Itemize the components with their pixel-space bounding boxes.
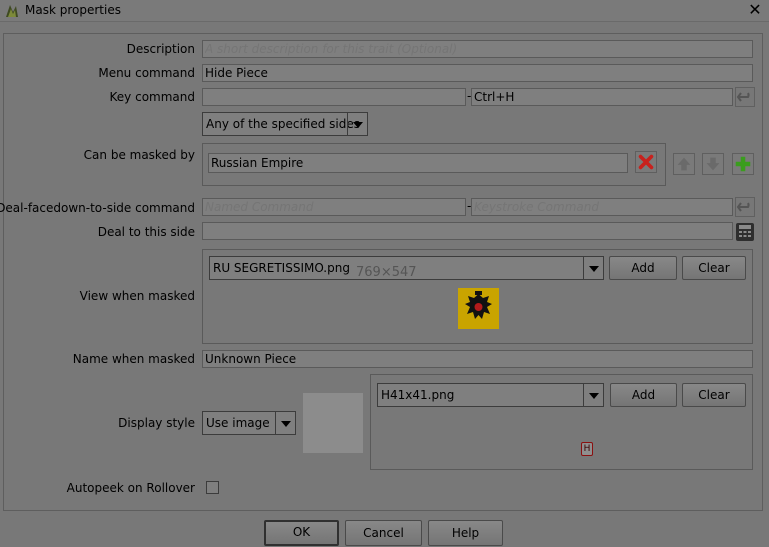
display-image-dropdown[interactable]: H41x41.png <box>377 383 604 407</box>
deal-to-side-input[interactable] <box>202 222 733 240</box>
deal-to-side-label: Deal to this side <box>97 225 195 239</box>
sides-option-value: Any of the specified sides <box>206 117 361 131</box>
can-be-masked-label: Can be masked by <box>83 148 195 162</box>
remove-icon[interactable] <box>635 151 657 173</box>
menu-command-input[interactable]: Hide Piece <box>202 64 753 82</box>
chevron-down-icon[interactable] <box>347 113 367 135</box>
menu-command-label: Menu command <box>98 66 195 80</box>
masked-by-input[interactable]: Russian Empire <box>208 153 628 173</box>
display-style-value: Use image <box>206 416 270 430</box>
add-icon[interactable] <box>732 153 754 175</box>
name-when-masked-label: Name when masked <box>72 352 195 366</box>
cancel-button[interactable]: Cancel <box>345 520 422 546</box>
deal-facedown-command-input[interactable] <box>202 198 466 216</box>
view-image-value: RU SEGRETISSIMO.png <box>213 261 350 275</box>
sides-option-dropdown[interactable]: Any of the specified sides <box>202 112 368 136</box>
calculator-icon[interactable] <box>735 222 755 242</box>
display-style-preview <box>303 393 363 453</box>
image-size-text: 769×547 <box>356 265 417 280</box>
autopeek-label: Autopeek on Rollover <box>66 481 195 495</box>
display-style-label: Display style <box>118 416 195 430</box>
undo-icon[interactable] <box>735 87 755 107</box>
key-command-keystroke-input[interactable]: Ctrl+H <box>471 88 733 106</box>
display-style-dropdown[interactable]: Use image <box>202 411 296 435</box>
undo-icon[interactable] <box>735 197 755 217</box>
imperial-eagle-icon <box>458 288 499 329</box>
view-when-masked-label: View when masked <box>79 289 195 303</box>
view-clear-button[interactable]: Clear <box>682 256 746 280</box>
window-title: Mask properties <box>25 3 121 17</box>
key-command-name-input[interactable] <box>202 88 466 106</box>
deal-facedown-keystroke-input[interactable] <box>471 198 733 216</box>
key-command-label: Key command <box>109 90 195 104</box>
chevron-down-icon[interactable] <box>583 257 603 279</box>
arrow-up-icon[interactable] <box>673 153 695 175</box>
display-add-button[interactable]: Add <box>610 383 677 407</box>
vassal-app-icon <box>6 5 18 17</box>
name-when-masked-input[interactable]: Unknown Piece <box>202 350 753 368</box>
chevron-down-icon[interactable] <box>583 384 603 406</box>
autopeek-checkbox[interactable] <box>206 481 219 494</box>
view-add-button[interactable]: Add <box>609 256 677 280</box>
title-bar: Mask properties ✕ <box>0 0 769 22</box>
chevron-down-icon[interactable] <box>275 412 295 434</box>
arrow-down-icon[interactable] <box>702 153 724 175</box>
deal-facedown-label: Deal-facedown-to-side command <box>0 201 195 215</box>
description-label: Description <box>126 42 195 56</box>
close-icon[interactable]: ✕ <box>747 0 763 20</box>
display-clear-button[interactable]: Clear <box>682 383 746 407</box>
display-image-preview-icon: H <box>581 442 593 456</box>
ok-button[interactable]: OK <box>264 520 339 546</box>
help-button[interactable]: Help <box>428 520 503 546</box>
display-image-value: H41x41.png <box>381 388 455 402</box>
description-input[interactable] <box>202 40 753 58</box>
